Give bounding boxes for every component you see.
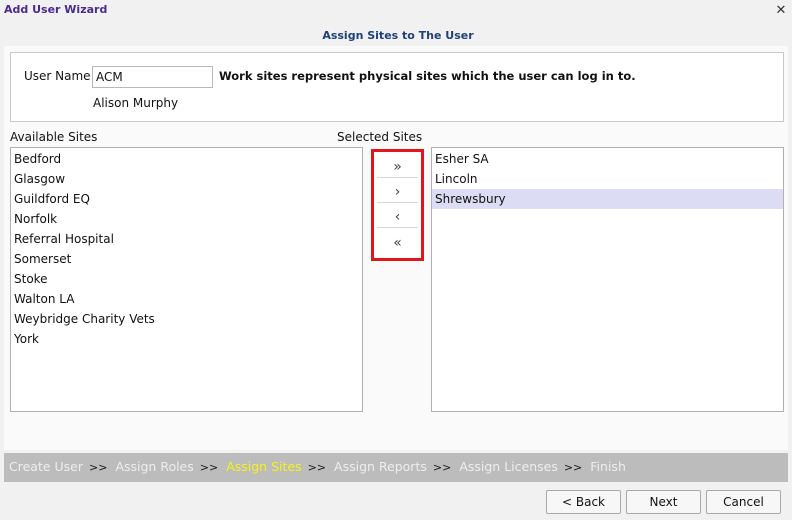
username-label: User Name (24, 69, 91, 83)
step-separator: >> (432, 461, 452, 474)
list-item[interactable]: Norfolk (11, 209, 362, 229)
title-bar: Add User Wizard ✕ (0, 0, 792, 22)
list-item[interactable]: Bedford (11, 149, 362, 169)
remove-all-button[interactable]: « (377, 232, 418, 254)
list-item[interactable]: Referral Hospital (11, 229, 362, 249)
list-item[interactable]: Esher SA (432, 149, 783, 169)
close-icon[interactable]: ✕ (772, 2, 790, 20)
step-assign-reports: Assign Reports (334, 459, 427, 474)
wizard-step-bar: Create User >> Assign Roles >> Assign Sites >… (4, 453, 788, 482)
step-separator: >> (199, 461, 219, 474)
step-separator: >> (563, 461, 583, 474)
cancel-button[interactable]: Cancel (706, 490, 781, 514)
list-item[interactable]: Weybridge Charity Vets (11, 309, 362, 329)
list-item[interactable]: Glasgow (11, 169, 362, 189)
step-title: Assign Sites to The User (322, 29, 474, 42)
step-separator: >> (307, 461, 327, 474)
user-full-name: Alison Murphy (93, 96, 179, 110)
available-sites-label: Available Sites (10, 130, 98, 144)
step-finish: Finish (590, 459, 626, 474)
transfer-buttons-panel: » › ‹ « (371, 149, 424, 261)
list-item[interactable]: Stoke (11, 269, 362, 289)
add-all-button[interactable]: » (377, 156, 418, 178)
window-title: Add User Wizard (4, 3, 108, 16)
selected-sites-label: Selected Sites (337, 130, 423, 144)
list-item[interactable]: Somerset (11, 249, 362, 269)
step-separator: >> (89, 461, 108, 474)
list-item-selected[interactable]: Shrewsbury (432, 189, 783, 209)
list-item[interactable]: Walton LA (11, 289, 362, 309)
next-button[interactable]: Next (626, 490, 701, 514)
list-item[interactable]: Lincoln (432, 169, 783, 189)
add-selected-button[interactable]: › (377, 181, 418, 203)
step-create-user: Create User (9, 459, 83, 474)
list-item[interactable]: Guildford EQ (11, 189, 362, 209)
step-assign-licenses: Assign Licenses (459, 459, 558, 474)
step-assign-sites: Assign Sites (226, 459, 302, 474)
selected-sites-list[interactable]: Esher SA Lincoln Shrewsbury (431, 147, 784, 412)
back-button[interactable]: < Back (546, 490, 621, 514)
available-sites-list[interactable]: Bedford Glasgow Guildford EQ Norfolk Ref… (10, 147, 363, 412)
step-assign-roles: Assign Roles (115, 459, 194, 474)
list-item[interactable]: York (11, 329, 362, 349)
username-input[interactable] (92, 66, 213, 88)
work-sites-note: Work sites represent physical sites whic… (219, 69, 636, 83)
remove-selected-button[interactable]: ‹ (377, 206, 418, 228)
